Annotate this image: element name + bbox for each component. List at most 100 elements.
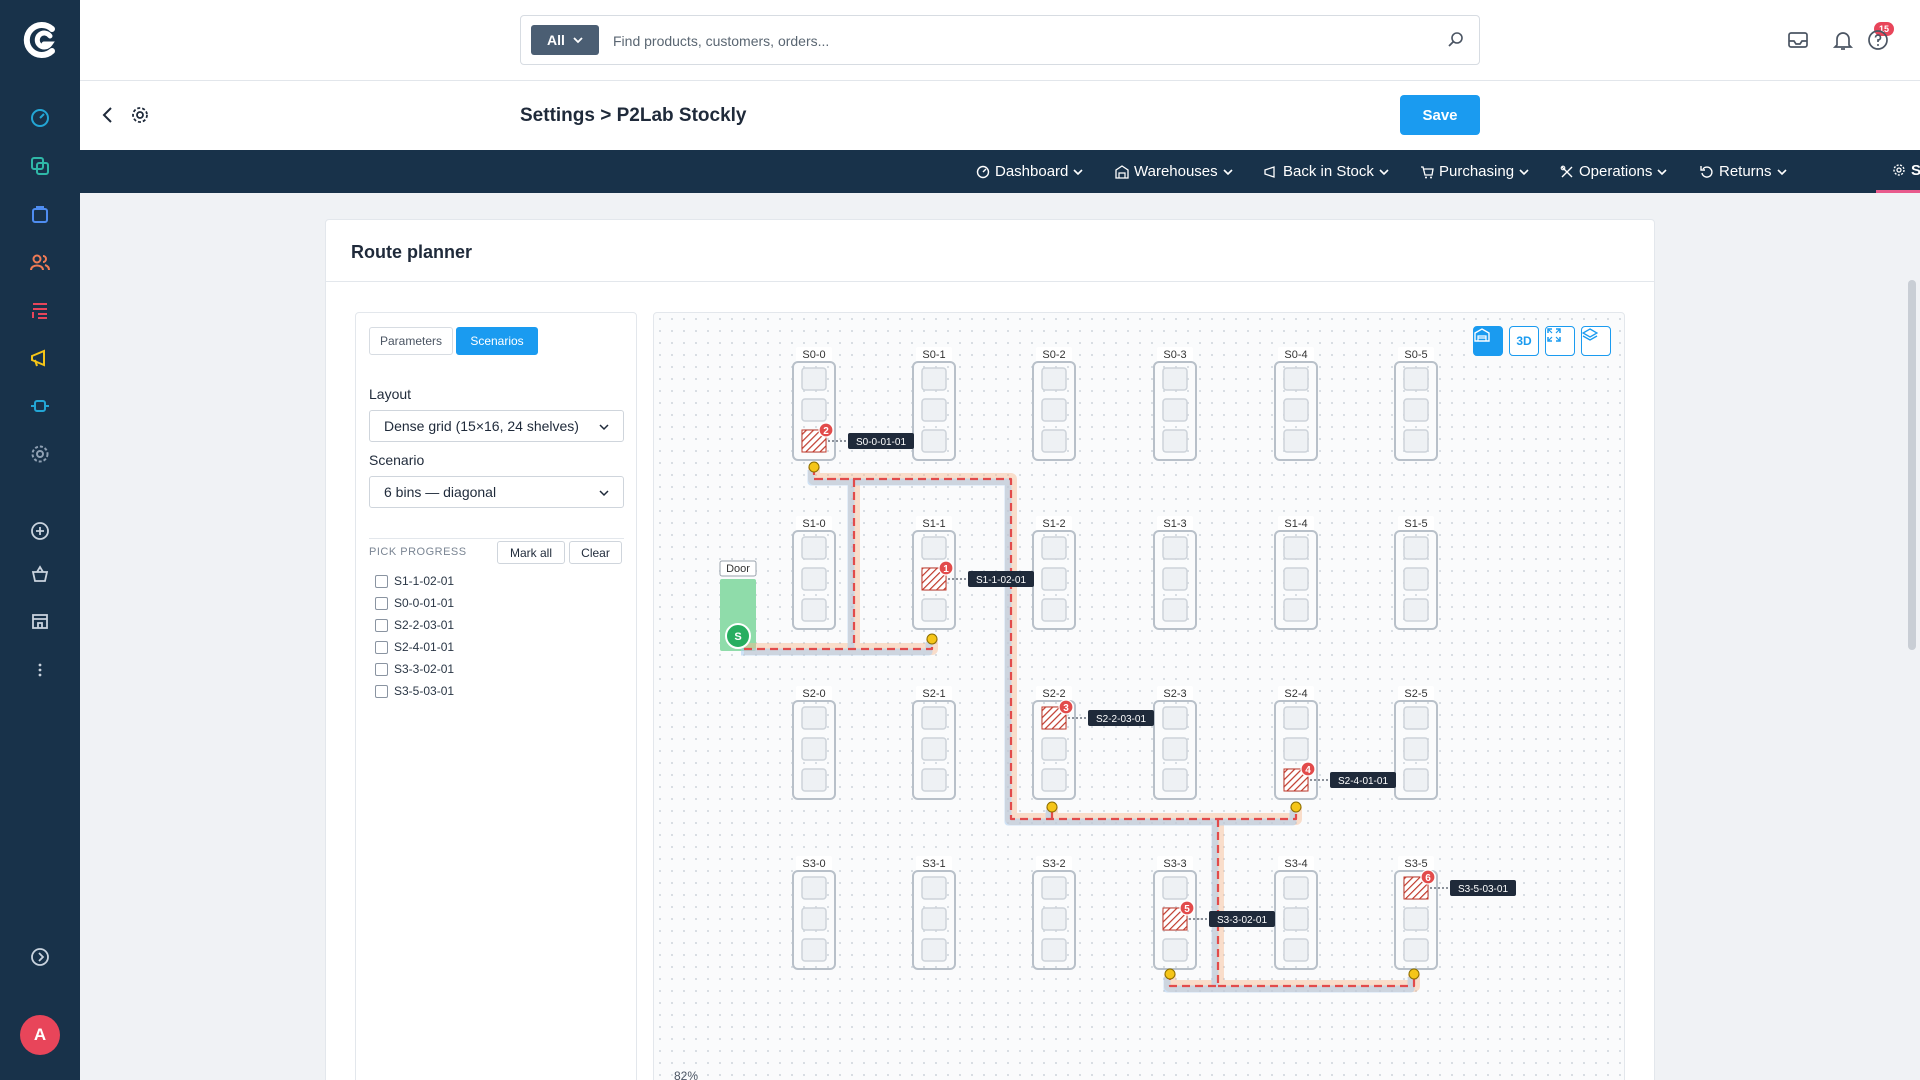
checkbox[interactable] <box>375 640 388 654</box>
search-scope-label: All <box>547 32 565 48</box>
shelf-label: S3-0 <box>802 858 825 870</box>
shelf-slot <box>801 737 827 761</box>
help-icon[interactable] <box>1866 28 1890 52</box>
shelf-slot <box>1403 768 1429 792</box>
pick-stop: 1 S1-1-02-01 <box>921 560 1034 591</box>
copy-icon[interactable] <box>26 152 54 180</box>
door-label: Door <box>726 563 750 575</box>
settings-icon[interactable] <box>26 440 54 468</box>
shelf-slot <box>1041 737 1067 761</box>
save-button[interactable]: Save <box>1400 95 1480 135</box>
more-icon[interactable] <box>26 656 54 684</box>
shelf-slot <box>1162 876 1188 900</box>
shelf-slot <box>1283 567 1309 591</box>
nav-purchasing[interactable]: Purchasing <box>1420 150 1529 193</box>
avatar[interactable]: A <box>20 1015 60 1055</box>
layers-button[interactable] <box>1581 326 1611 356</box>
chevron-down-icon <box>1379 168 1389 175</box>
shelf-slot <box>921 398 947 422</box>
fullscreen-button[interactable] <box>1545 326 1575 356</box>
pick-item[interactable]: S0-0-01-01 <box>375 596 454 610</box>
shelf-slot <box>801 567 827 591</box>
search-input[interactable] <box>613 26 1393 56</box>
divider <box>369 538 624 539</box>
tab-scenarios[interactable]: Scenarios <box>456 327 538 355</box>
search-scope-select[interactable]: All <box>531 25 599 55</box>
bag-icon[interactable] <box>26 200 54 228</box>
page-header: Settings > P2Lab Stockly Save <box>80 81 1920 150</box>
shelf-slot <box>1041 907 1067 931</box>
nav-operations[interactable]: Operations <box>1560 150 1667 193</box>
shelf-slot <box>1041 536 1067 560</box>
shelf-slot <box>1041 567 1067 591</box>
shelf-s0-2: S0-2 <box>1032 347 1076 461</box>
store-icon[interactable] <box>26 607 54 635</box>
pick-item[interactable]: S2-2-03-01 <box>375 618 454 632</box>
mark-all-button[interactable]: Mark all <box>497 541 565 564</box>
zoom-level: 82% <box>674 1069 699 1080</box>
expand-sidebar-icon[interactable] <box>26 943 54 971</box>
checkbox[interactable] <box>375 596 388 610</box>
checkbox[interactable] <box>375 618 388 632</box>
shelf-slot <box>801 598 827 622</box>
shelf-slot <box>1283 876 1309 900</box>
plugin-icon[interactable] <box>26 392 54 420</box>
sidebar: A <box>0 0 80 1080</box>
pick-item[interactable]: S3-3-02-01 <box>375 662 454 676</box>
clear-button[interactable]: Clear <box>569 541 622 564</box>
scrollbar-thumb[interactable] <box>1908 280 1916 650</box>
stop-number: 3 <box>1063 703 1069 714</box>
3d-view-button[interactable]: 3D <box>1509 326 1539 356</box>
module-nav: Dashboard Warehouses Back in Stock Purch… <box>80 150 1920 193</box>
chevron-down-icon <box>1657 168 1667 175</box>
shelf-slot <box>1041 398 1067 422</box>
inbox-icon[interactable] <box>1786 28 1810 52</box>
shelf-slot <box>921 737 947 761</box>
nav-settings[interactable]: Settings <box>1876 150 1920 193</box>
search-icon[interactable] <box>1447 31 1465 49</box>
bell-icon[interactable] <box>1831 28 1855 52</box>
shelf-s0-3: S0-3 <box>1153 347 1197 461</box>
shelf-slot <box>921 598 947 622</box>
megaphone-icon[interactable] <box>26 344 54 372</box>
shelf-slot <box>801 367 827 391</box>
add-circle-icon[interactable] <box>26 517 54 545</box>
list-icon[interactable] <box>26 296 54 324</box>
tab-parameters[interactable]: Parameters <box>369 327 453 355</box>
pick-item[interactable]: S2-4-01-01 <box>375 640 454 654</box>
cart-icon <box>1421 165 1434 178</box>
nav-warehouses[interactable]: Warehouses <box>1115 150 1233 193</box>
back-icon[interactable] <box>96 103 120 127</box>
scenario-select[interactable]: 6 bins — diagonal <box>369 476 624 508</box>
shelf-slot <box>921 768 947 792</box>
pick-item[interactable]: S1-1-02-01 <box>375 574 454 588</box>
shelf-label: S3-3 <box>1163 858 1186 870</box>
shelf-slot <box>1041 938 1067 962</box>
nav-dashboard[interactable]: Dashboard <box>976 150 1083 193</box>
layout-select[interactable]: Dense grid (15×16, 24 shelves) <box>369 410 624 442</box>
shelf-label: S2-4 <box>1284 688 1307 700</box>
checkbox[interactable] <box>375 662 388 676</box>
gear-icon[interactable] <box>128 103 152 127</box>
shelf-label: S2-1 <box>922 688 945 700</box>
users-icon[interactable] <box>26 248 54 276</box>
dashboard-icon[interactable] <box>26 104 54 132</box>
shelf-label: S3-4 <box>1284 858 1307 870</box>
shelf-slot <box>921 536 947 560</box>
nav-returns[interactable]: Returns <box>1700 150 1787 193</box>
shelf-slot <box>1283 536 1309 560</box>
nav-label: Settings <box>1911 161 1920 179</box>
app-logo[interactable] <box>20 20 60 60</box>
shelf-label: S3-1 <box>922 858 945 870</box>
warehouse-map[interactable]: Door S0-0 S0-1 S0-2 S0-3 S0-4 S0-5 S1-0 S1-1 S1-2… <box>653 312 1625 1080</box>
nav-label: Warehouses <box>1134 163 1218 180</box>
checkbox[interactable] <box>375 684 388 698</box>
breadcrumb: Settings > P2Lab Stockly <box>520 105 747 126</box>
shelf-slot <box>1041 768 1067 792</box>
pick-item[interactable]: S3-5-03-01 <box>375 684 454 698</box>
basket-icon[interactable] <box>26 560 54 588</box>
warehouse-view-button[interactable] <box>1473 326 1503 356</box>
nav-back-in-stock[interactable]: Back in Stock <box>1264 150 1389 193</box>
waypoint <box>926 633 938 645</box>
checkbox[interactable] <box>375 574 388 588</box>
